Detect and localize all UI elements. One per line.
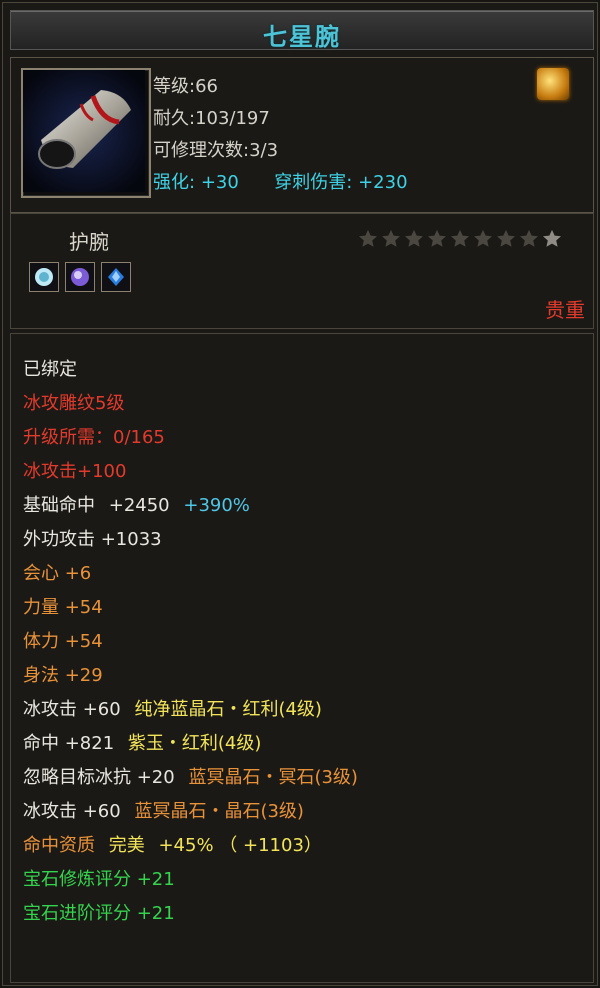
star-rating [357,228,563,250]
gem4-stat: 冰攻击 +60 [23,801,121,822]
gem1-stat: 冰攻击 +60 [23,699,121,720]
enhance-label: 强化: [153,172,196,193]
gem-advance-line: 宝石进阶评分 +21 [23,903,175,924]
gem3-line: 忽略目标冰抗 +20 蓝冥晶石・冥石(3级) [23,766,358,790]
flame-rank-icon [537,68,569,100]
ice-attack-line: 冰攻击+100 [23,461,127,482]
pierce-value: +230 [358,172,408,193]
gem1-name: 纯净蓝晶石・红利(4级) [134,699,322,720]
purple-gem-icon[interactable] [65,262,95,292]
upgrade-line: 升级所需：0/165 [23,427,165,448]
gem-refine-line: 宝石修炼评分 +21 [23,869,175,890]
diamond-gem-icon[interactable] [29,262,59,292]
star-icon [359,229,377,247]
item-tooltip: 七星腕 等级:66 耐久:103/197 可修理次数:3/3 强化: +30 穿… [2,2,598,986]
gem4-name: 蓝冥晶石・晶石(3级) [134,801,304,822]
engrave-line: 冰攻雕纹5级 [23,393,125,414]
stamina-line: 体力 +54 [23,631,103,652]
star-icon [382,229,400,247]
item-header: 等级:66 耐久:103/197 可修理次数:3/3 强化: +30 穿刺伤害:… [10,57,594,213]
quality-bonus: （ +1103） [219,835,322,856]
gem2-name: 紫玉・红利(4级) [127,733,262,754]
quality-percent: +45% [158,835,214,856]
enhance-value: +30 [200,172,239,193]
bracer-icon[interactable] [21,68,151,198]
star-icon [520,229,538,247]
item-durability: 耐久:103/197 [153,108,270,129]
ext-attack-line: 外功攻击 +1033 [23,529,162,550]
star-icon [497,229,515,247]
attributes-section: 已绑定 冰攻雕纹5级 升级所需：0/165 冰攻击+100 基础命中 +2450… [10,333,594,983]
quality-grade: 完美 [108,835,145,856]
gem3-name: 蓝冥晶石・冥石(3级) [188,767,358,788]
crit-line: 会心 +6 [23,563,92,584]
gem2-stat: 命中 +821 [23,733,115,754]
quality-line: 命中资质 完美 +45% （ +1103） [23,834,322,858]
star-icon [451,229,469,247]
hit-value: +2450 [108,495,170,516]
quality-label: 命中资质 [23,835,95,856]
gem4-line: 冰攻击 +60 蓝冥晶石・晶石(3级) [23,800,304,824]
agility-line: 身法 +29 [23,665,103,686]
title-bar: 七星腕 [10,10,594,51]
gem3-stat: 忽略目标冰抗 +20 [23,767,175,788]
bound-status: 已绑定 [23,359,77,380]
hit-line: 基础命中 +2450 +390% [23,494,250,518]
star-icon [543,229,561,247]
star-icon [405,229,423,247]
rarity-label: 贵重 [545,298,585,322]
type-section: 护腕 贵重 [10,213,594,329]
gem2-line: 命中 +821 紫玉・红利(4级) [23,732,261,756]
enhance-row: 强化: +30 穿刺伤害: +230 [153,168,408,194]
star-icon [474,229,492,247]
star-icon [428,229,446,247]
gem-slots [29,262,131,292]
hit-label: 基础命中 [23,495,95,516]
blue-gem-icon[interactable] [101,262,131,292]
gem1-line: 冰攻击 +60 纯净蓝晶石・红利(4级) [23,698,322,722]
item-name: 七星腕 [263,23,341,51]
item-level: 等级:66 [153,76,218,97]
item-repairs: 可修理次数:3/3 [153,140,279,161]
item-type: 护腕 [69,230,109,254]
hit-percent: +390% [183,495,250,516]
strength-line: 力量 +54 [23,597,103,618]
pierce-label: 穿刺伤害: [274,172,353,193]
